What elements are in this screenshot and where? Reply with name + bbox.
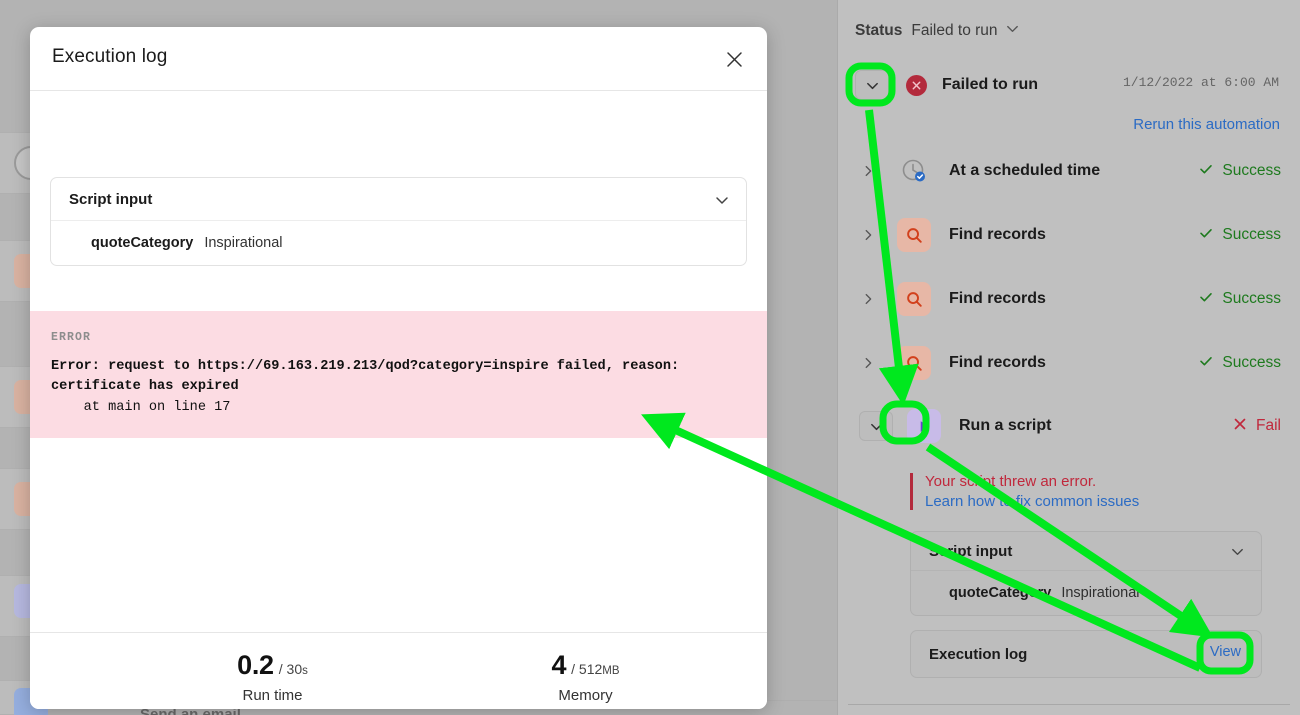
run-header: Failed to run 1/12/2022 at 6:00 AM	[855, 68, 1283, 102]
run-time-value: 0.2	[237, 650, 274, 680]
panel-divider	[848, 704, 1290, 705]
script-error-note: Your script threw an error. Learn how to…	[910, 473, 1230, 510]
error-circle-icon	[906, 74, 927, 96]
close-icon[interactable]	[720, 45, 748, 73]
modal-body: Script input quoteCategory Inspirational…	[30, 91, 767, 632]
step-row[interactable]: Find records Success	[855, 214, 1283, 256]
param-value: Inspirational	[204, 235, 283, 251]
modal-script-input-param: quoteCategory Inspirational	[51, 221, 746, 265]
error-stacktrace: at main on line 17	[51, 399, 231, 415]
modal-footer: 0.2 / 30s Run time 4 / 512MB Memory	[30, 632, 767, 709]
search-records-icon	[897, 218, 931, 252]
step-status: Success	[1198, 353, 1281, 374]
chevron-right-icon[interactable]	[855, 356, 885, 370]
run-time-max: / 30s	[278, 661, 308, 677]
check-icon	[1198, 353, 1214, 374]
check-icon	[1198, 289, 1214, 310]
search-records-icon	[897, 282, 931, 316]
step-row[interactable]: Find records Success	[855, 278, 1283, 320]
param-key: quoteCategory	[91, 235, 194, 251]
step-label: Find records	[949, 290, 1046, 307]
step-status: Success	[1198, 289, 1281, 310]
x-icon	[1232, 416, 1248, 437]
step-row[interactable]: Run a script Fail	[855, 405, 1283, 447]
script-expand-chevron[interactable]	[859, 411, 893, 441]
execution-log-row: Execution log View	[911, 631, 1261, 677]
modal-script-input-header[interactable]: Script input	[51, 178, 746, 221]
memory-stat: 4 / 512MB Memory	[473, 650, 698, 704]
modal-title: Execution log	[52, 46, 168, 67]
script-input-card: Script input quoteCategory Inspirational	[910, 531, 1262, 616]
search-records-icon	[897, 346, 931, 380]
chevron-down-icon[interactable]	[1230, 544, 1245, 564]
view-execution-log-button[interactable]: View	[1204, 642, 1247, 662]
status-value: Failed to run	[911, 22, 998, 39]
step-status-label: Success	[1222, 162, 1281, 179]
chevron-right-icon[interactable]	[855, 228, 885, 242]
chevron-down-icon[interactable]	[714, 192, 730, 213]
rerun-automation-link[interactable]: Rerun this automation	[1133, 116, 1280, 133]
status-label: Status	[855, 22, 903, 39]
execution-log-label: Execution log	[929, 645, 1028, 663]
clock-check-icon	[897, 154, 931, 188]
play-script-icon	[907, 409, 941, 443]
step-label: Find records	[949, 226, 1046, 243]
step-status: Fail	[1232, 416, 1281, 437]
run-timestamp: 1/12/2022 at 6:00 AM	[1122, 75, 1279, 90]
script-input-label: Script input	[929, 542, 1013, 560]
step-row[interactable]: At a scheduled time Success	[855, 150, 1283, 192]
param-value: Inspirational	[1061, 585, 1140, 601]
step-status-label: Success	[1222, 290, 1281, 307]
memory-max: / 512MB	[571, 661, 620, 677]
memory-caption: Memory	[558, 687, 613, 704]
execution-log-modal: Execution log Script input quoteCategory…	[30, 27, 767, 709]
step-row[interactable]: Find records Success	[855, 342, 1283, 384]
run-time-stat: 0.2 / 30s Run time	[160, 650, 385, 704]
script-error-text: Your script threw an error.	[925, 473, 1097, 490]
error-message: Error: request to https://69.163.219.213…	[51, 359, 688, 394]
chevron-right-icon[interactable]	[855, 164, 885, 178]
run-history-panel: Status Failed to run Failed to run 1/12/…	[837, 0, 1300, 715]
modal-script-input-card: Script input quoteCategory Inspirational	[50, 177, 747, 266]
learn-how-link[interactable]: Learn how to fix common issues	[925, 493, 1230, 510]
error-label: ERROR	[51, 331, 92, 344]
screen: Send an email Status Failed to run Faile…	[0, 0, 1300, 715]
run-expand-chevron[interactable]	[855, 70, 889, 100]
step-status-label: Success	[1222, 226, 1281, 243]
run-time-caption: Run time	[242, 687, 303, 704]
check-icon	[1198, 161, 1214, 182]
chevron-down-icon	[1005, 21, 1020, 41]
modal-script-input-label: Script input	[69, 190, 153, 208]
script-input-header[interactable]: Script input	[911, 532, 1261, 571]
modal-header: Execution log	[30, 27, 767, 91]
param-key: quoteCategory	[949, 585, 1052, 601]
step-status: Success	[1198, 161, 1281, 182]
chevron-right-icon[interactable]	[855, 292, 885, 306]
step-status-label: Success	[1222, 354, 1281, 371]
script-input-param: quoteCategory Inspirational	[911, 571, 1261, 615]
check-icon	[1198, 225, 1214, 246]
step-label: Run a script	[959, 417, 1052, 434]
step-status: Success	[1198, 225, 1281, 246]
memory-value: 4	[551, 650, 567, 680]
step-label: At a scheduled time	[949, 162, 1101, 179]
error-block: ERROR Error: request to https://69.163.2…	[30, 311, 767, 438]
run-title: Failed to run	[942, 76, 1038, 93]
step-label: Find records	[949, 354, 1046, 371]
status-filter[interactable]: Status Failed to run	[855, 21, 1020, 41]
execution-log-card: Execution log View	[910, 630, 1262, 678]
step-status-label: Fail	[1256, 417, 1281, 434]
